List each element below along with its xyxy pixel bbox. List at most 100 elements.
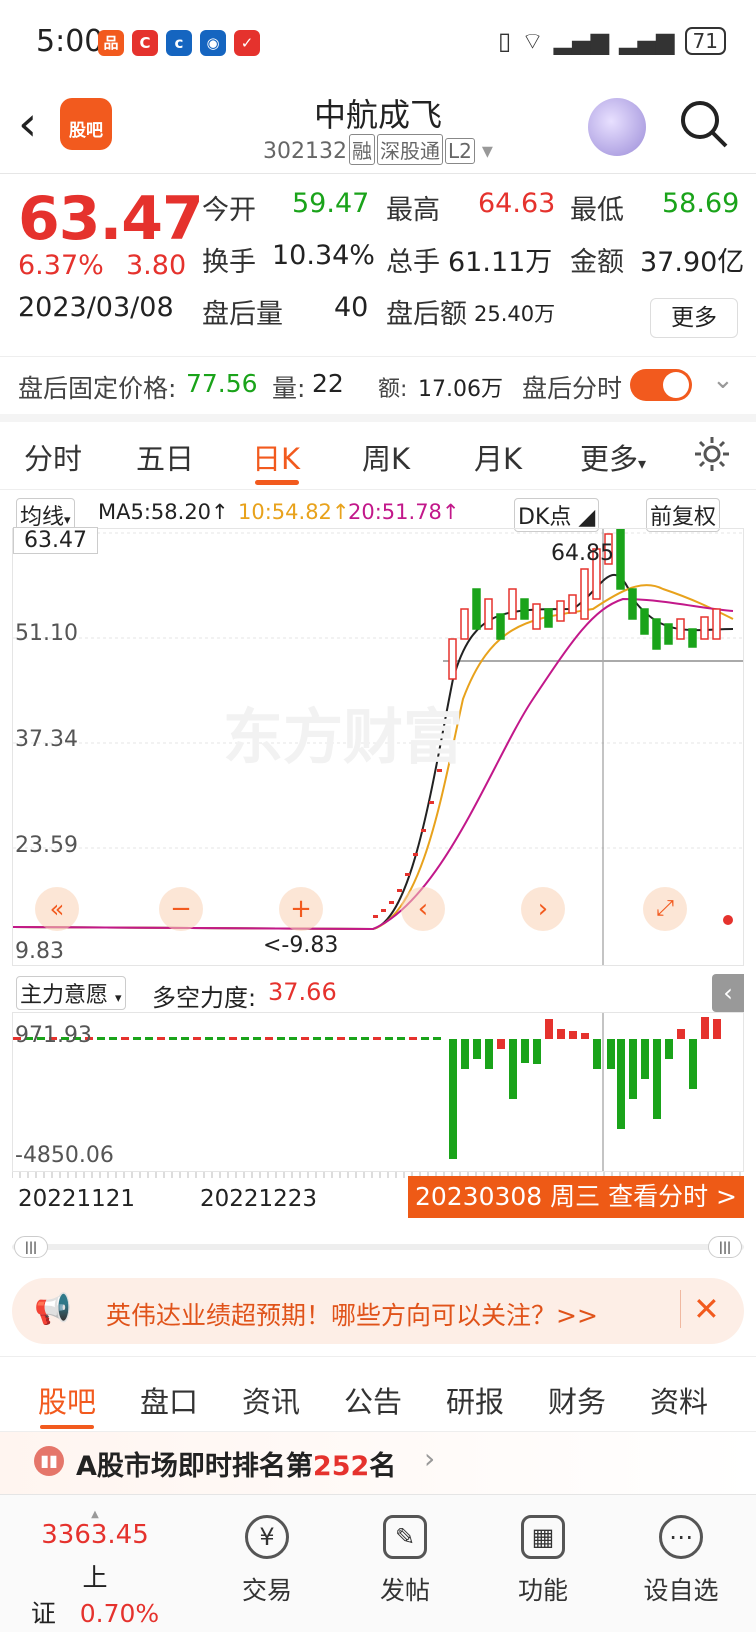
date-label: 20221121 [18, 1186, 136, 1212]
candle [389, 901, 394, 904]
range-scrollbar[interactable]: ||| ||| [12, 1236, 744, 1258]
indicator-bar [677, 1029, 685, 1039]
tab-more[interactable]: 更多▾ [580, 436, 646, 478]
volume-label: 总手 [386, 247, 440, 278]
range-handle-right[interactable]: ||| [708, 1236, 742, 1258]
assistant-avatar-icon[interactable] [588, 98, 646, 156]
tab-timeshare[interactable]: 分时 [24, 436, 82, 478]
indicator-bar [109, 1037, 117, 1040]
y-axis-label: 9.83 [15, 939, 64, 964]
collapse-icon[interactable]: ‹ [712, 974, 744, 1012]
indicator-bar [181, 1037, 189, 1040]
candle [520, 598, 529, 620]
indicator-bar [701, 1017, 709, 1039]
tab-news[interactable]: 资讯 [242, 1379, 300, 1421]
indicator-bar [97, 1037, 105, 1040]
rank-icon: ▮▮ [34, 1446, 64, 1476]
nav-post[interactable]: ✎ 发帖 [350, 1515, 460, 1607]
banner-text: 英伟达业绩超预期！哪些方向可以关注？>> [106, 1301, 598, 1330]
after-hours-toggle[interactable] [630, 369, 692, 401]
ma-legend-bar: 均线▾ MA5:58.20↑ 10:54.82↑ 20:51.78↑ DK点 ◢… [12, 496, 744, 532]
indicator-bar [301, 1037, 309, 1040]
market-rank-row[interactable]: ▮▮ A股市场即时排名第252名 › [0, 1432, 756, 1494]
nav-features[interactable]: ▦ 功能 [488, 1515, 598, 1607]
indicator-bar [193, 1037, 201, 1040]
news-banner[interactable]: 📢 英伟达业绩超预期！哪些方向可以关注？>> ✕ [12, 1278, 744, 1344]
next-icon[interactable]: › [521, 887, 565, 931]
tab-guba[interactable]: 股吧 [38, 1379, 96, 1421]
search-icon[interactable] [678, 98, 730, 150]
adjust-button[interactable]: 前复权 [646, 498, 721, 532]
after-amount-value: 25.40万 [474, 302, 556, 326]
more-button[interactable]: 更多 [650, 298, 738, 338]
indicator-bar [145, 1037, 153, 1040]
candle [532, 603, 541, 630]
tab-announcement[interactable]: 公告 [344, 1379, 402, 1421]
indicator-name: 多空力度: [152, 984, 257, 1012]
indicator-bar [265, 1037, 273, 1040]
indicator-bar [521, 1039, 529, 1063]
tab-profile[interactable]: 资料 [650, 1379, 708, 1421]
zoom-out-icon[interactable]: − [159, 887, 203, 931]
fixed-amount-value: 17.06万 [418, 377, 503, 402]
indicator-bar [121, 1037, 129, 1040]
indicator-bar [461, 1039, 469, 1069]
dk-point-button[interactable]: DK点 ◢ [514, 498, 600, 532]
tab-five-day[interactable]: 五日 [136, 436, 194, 478]
app-notification-icon: C [132, 30, 158, 56]
indicator-bar [241, 1037, 249, 1040]
view-timeshare-button[interactable]: 20230308 周三 查看分时 > [408, 1176, 744, 1218]
indicator-chart[interactable]: 971.93 -4850.06 [12, 1012, 744, 1172]
tab-weekly-k[interactable]: 周K [362, 436, 410, 478]
candle [640, 608, 649, 635]
indicator-bar [385, 1037, 393, 1040]
watermark: 东方财富 [223, 703, 463, 773]
chevron-down-icon: ▾ [481, 139, 493, 164]
index-widget[interactable]: ▲ 3363.45 上证 0.70% [20, 1509, 170, 1630]
tab-daily-k[interactable]: 日K [252, 436, 300, 478]
after-volume-value: 40 [334, 292, 369, 323]
quote-date: 2023/03/08 [18, 292, 174, 323]
tag-connect: 深股通 [377, 134, 444, 165]
fullscreen-icon[interactable]: ⤢ [643, 887, 687, 931]
indicator-bar [607, 1039, 615, 1069]
indicator-bar [421, 1037, 429, 1040]
settings-gear-icon[interactable] [692, 434, 732, 474]
indicator-selector[interactable]: 主力意愿 ▾ [16, 976, 126, 1010]
indicator-bar [581, 1033, 589, 1039]
tab-monthly-k[interactable]: 月K [474, 436, 522, 478]
low-label: 最低 [570, 195, 624, 226]
indicator-bar [713, 1019, 721, 1039]
chevron-down-icon[interactable]: ⌄ [712, 365, 734, 395]
y-axis-label: 37.34 [15, 727, 78, 752]
yen-icon: ¥ [245, 1515, 289, 1559]
indicator-bar [665, 1039, 673, 1059]
tab-handicap[interactable]: 盘口 [140, 1379, 198, 1421]
close-icon[interactable]: ✕ [680, 1290, 720, 1328]
indicator-bar [629, 1039, 637, 1099]
amount-label: 金额 [570, 247, 624, 278]
edit-icon: ✎ [383, 1515, 427, 1559]
candle [405, 873, 410, 876]
bottom-nav: ▲ 3363.45 上证 0.70% ¥ 交易 ✎ 发帖 ▦ 功能 ⋯ 设自选 [0, 1494, 756, 1632]
indicator-bar [409, 1037, 417, 1040]
indicator-bar [373, 1037, 381, 1040]
active-tab-indicator [40, 1425, 94, 1429]
fixed-price-value: 77.56 [186, 369, 258, 398]
zoom-in-icon[interactable]: + [279, 887, 323, 931]
last-price: 63.47 [18, 184, 204, 254]
tab-research[interactable]: 研报 [446, 1379, 504, 1421]
tab-finance[interactable]: 财务 [548, 1379, 606, 1421]
kline-chart[interactable]: 东方财富 63.47 51.10 37.34 23.59 9.83 64.85 … [12, 527, 744, 966]
range-handle-left[interactable]: ||| [14, 1236, 48, 1258]
indicator-bar [509, 1039, 517, 1099]
max-price-label: 64.85 [551, 541, 614, 566]
prev-icon[interactable]: ‹ [401, 887, 445, 931]
nav-add-watchlist[interactable]: ⋯ 设自选 [626, 1515, 736, 1607]
candle [580, 568, 589, 620]
high-label: 最高 [386, 195, 440, 226]
nav-trade[interactable]: ¥ 交易 [212, 1515, 322, 1607]
status-time: 5:00 [36, 24, 104, 59]
signal-icon: ▂▄▆ [619, 27, 675, 55]
scroll-left-fast-icon[interactable]: « [35, 887, 79, 931]
